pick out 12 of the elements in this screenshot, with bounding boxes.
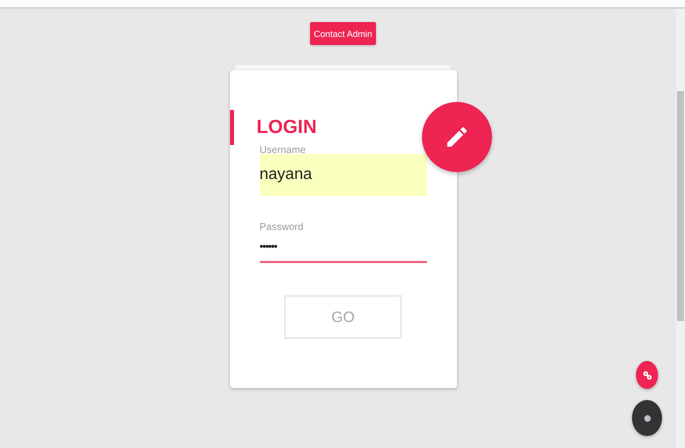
username-field[interactable]: nayana [260, 154, 426, 196]
settings-button[interactable] [632, 400, 662, 436]
scrollbar-thumb[interactable] [677, 91, 684, 321]
link-button[interactable] [636, 361, 658, 389]
scrollbar[interactable] [676, 9, 685, 448]
accent-bar [230, 110, 234, 145]
password-field[interactable]: •••••• [260, 233, 426, 263]
contact-admin-button[interactable]: Contact Admin [310, 22, 376, 45]
field-label: Password [260, 222, 304, 233]
login-title: LOGIN [256, 116, 317, 138]
link-icon [642, 370, 652, 380]
field-label: Username [260, 145, 307, 156]
